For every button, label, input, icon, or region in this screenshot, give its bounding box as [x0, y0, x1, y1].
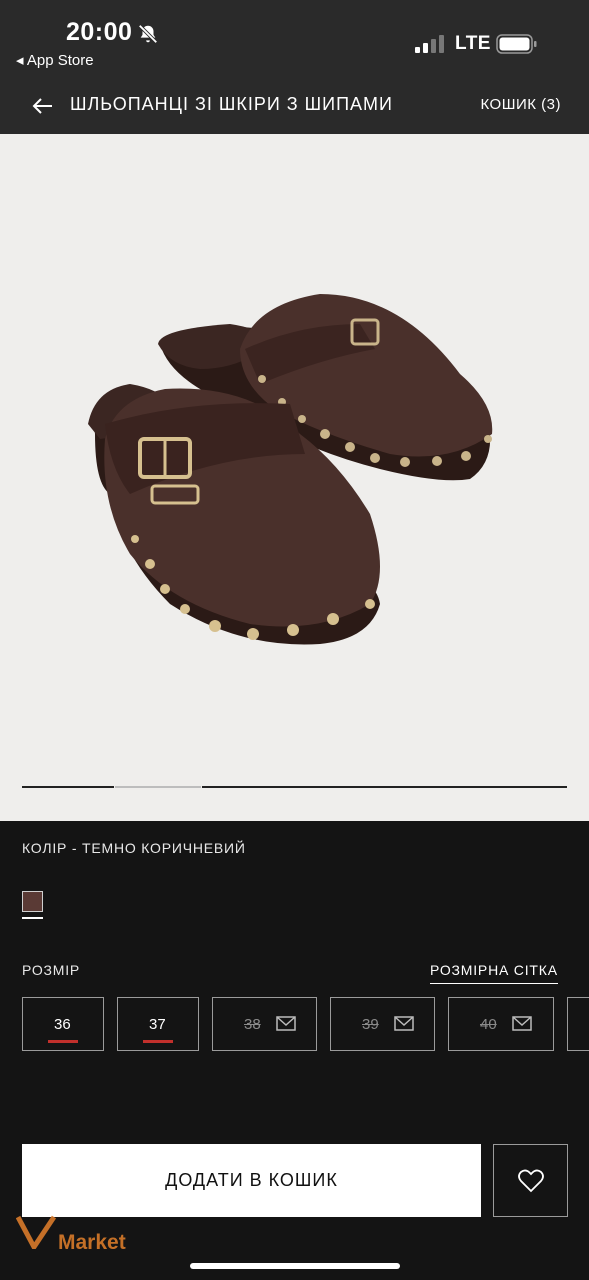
carousel-indicator [22, 786, 114, 788]
watermark-text: Market [58, 1231, 126, 1254]
clogs-illustration [88, 294, 493, 645]
notify-mail-icon [394, 1016, 414, 1031]
signal-icon [415, 35, 444, 53]
size-number: 37 [149, 1016, 166, 1033]
notify-mail-icon [512, 1016, 532, 1031]
back-to-app-link[interactable]: ◂ App Store [16, 51, 94, 69]
size-chart-link[interactable]: РОЗМІРНА СІТКА [430, 962, 558, 984]
heart-icon [518, 1169, 544, 1193]
swatch-selected-indicator [22, 917, 43, 919]
size-option-partial[interactable] [567, 997, 589, 1051]
size-option-36[interactable]: 36 [22, 997, 104, 1051]
color-label: КОЛІР - ТЕМНО КОРИЧНЕВИЙ [22, 840, 246, 856]
size-number: 36 [54, 1016, 71, 1033]
watermark-v-icon [15, 1215, 57, 1252]
back-arrow-icon[interactable] [28, 92, 56, 120]
low-stock-indicator [48, 1040, 78, 1043]
status-time: 20:00 [66, 18, 133, 46]
product-image[interactable] [0, 134, 589, 821]
add-to-cart-button[interactable]: ДОДАТИ В КОШИК [22, 1144, 481, 1217]
size-option-40[interactable]: 40 [448, 997, 554, 1051]
battery-icon [496, 34, 537, 54]
network-type: LTE [455, 33, 491, 54]
size-option-39[interactable]: 39 [330, 997, 435, 1051]
color-swatch[interactable] [22, 891, 43, 912]
size-number: 39 [362, 1016, 379, 1033]
size-label: РОЗМІР [22, 962, 81, 978]
back-app-label: App Store [26, 52, 94, 69]
watermark-logo: Market [15, 1213, 146, 1255]
size-option-38[interactable]: 38 [212, 997, 317, 1051]
page-title: ШЛЬОПАНЦІ ЗІ ШКІРИ З ШИПАМИ [70, 94, 393, 114]
cart-link[interactable]: КОШИК (3) [480, 96, 561, 113]
carousel-indicator-active [115, 786, 201, 788]
favorite-button[interactable] [493, 1144, 568, 1217]
low-stock-indicator [143, 1040, 173, 1043]
home-indicator[interactable] [190, 1263, 400, 1269]
size-option-37[interactable]: 37 [117, 997, 199, 1051]
size-number: 38 [244, 1016, 261, 1033]
status-bar: 20:00 ◂ App Store LTE [0, 0, 589, 78]
top-nav-bar: ШЛЬОПАНЦІ ЗІ ШКІРИ З ШИПАМИ КОШИК (3) [0, 78, 589, 134]
carousel-indicator [202, 786, 567, 788]
size-number: 40 [480, 1016, 497, 1033]
notify-mail-icon [276, 1016, 296, 1031]
bell-muted-icon [138, 24, 158, 44]
